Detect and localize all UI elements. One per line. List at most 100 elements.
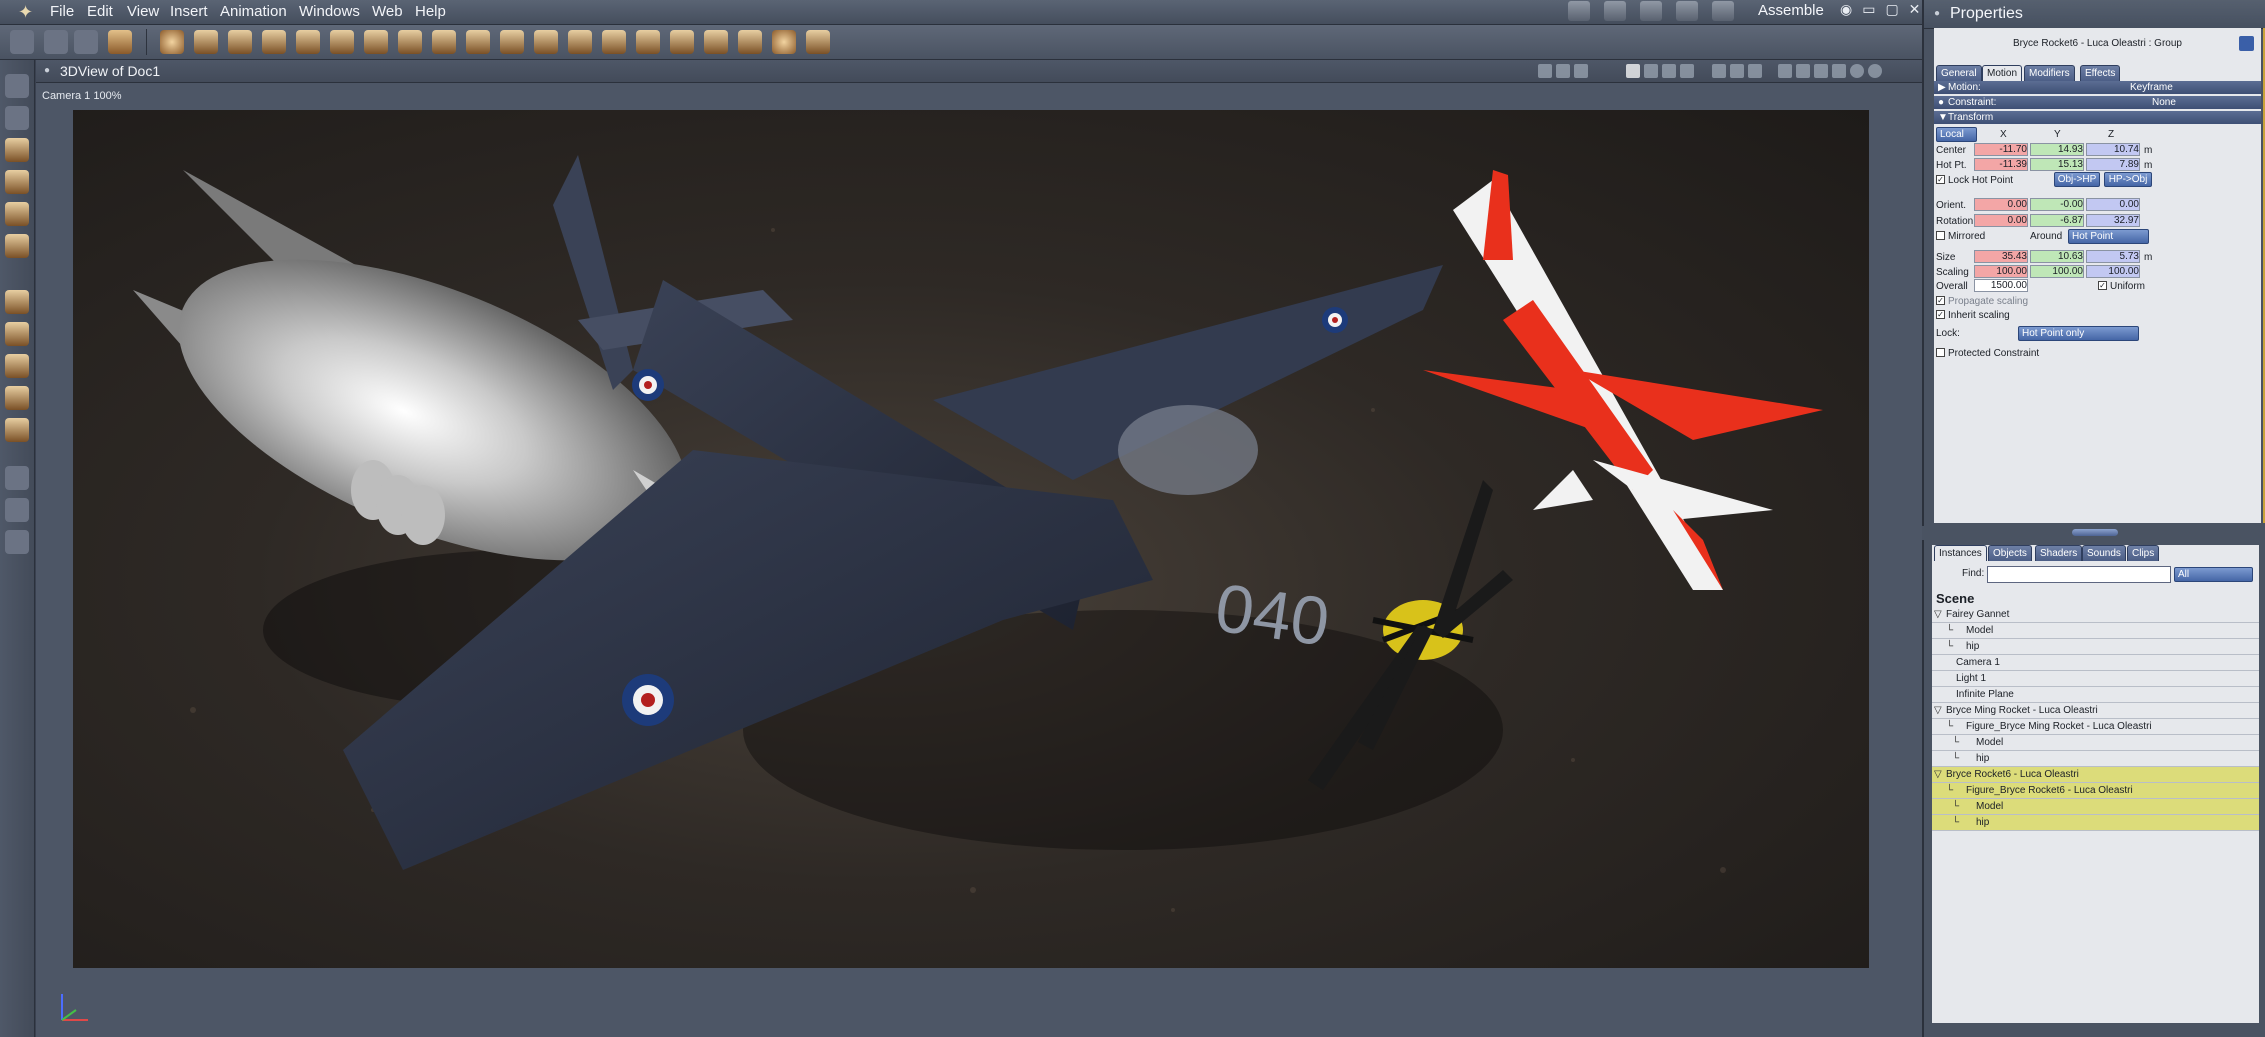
- shading-mode-icon[interactable]: [1730, 64, 1744, 78]
- scene-row[interactable]: └ Figure_Bryce Ming Rocket - Luca Oleastr…: [1932, 719, 2259, 735]
- object-type-icon[interactable]: [2239, 36, 2254, 51]
- camera-tool-icon[interactable]: [5, 466, 29, 490]
- scene-row[interactable]: └ Model: [1932, 623, 2259, 639]
- terrain-primitive-icon[interactable]: [398, 30, 422, 54]
- size-x-field[interactable]: 35.43: [1974, 250, 2028, 263]
- brush-tool-icon[interactable]: [74, 30, 98, 54]
- panel-splitter[interactable]: [1922, 526, 2265, 540]
- scene-row[interactable]: └ hip: [1932, 639, 2259, 655]
- view-option-icon[interactable]: [1538, 64, 1552, 78]
- scene-row[interactable]: ▽ Bryce Rocket6 - Luca Oleastri: [1932, 767, 2259, 783]
- render-mode-icon[interactable]: [1778, 64, 1792, 78]
- house-primitive-icon[interactable]: [568, 30, 592, 54]
- shape-room-icon[interactable]: [1604, 1, 1626, 21]
- globe-primitive-icon[interactable]: [228, 30, 252, 54]
- pen-tool-icon[interactable]: [10, 30, 34, 54]
- render-sphere-icon[interactable]: [1850, 64, 1864, 78]
- bones-primitive-icon[interactable]: [704, 30, 728, 54]
- transform-expand-icon[interactable]: ▼: [1938, 111, 1948, 124]
- hotpoint-y-field[interactable]: 15.13: [2030, 158, 2084, 171]
- filter-select[interactable]: All: [2174, 567, 2253, 582]
- tree-connector-icon[interactable]: └: [1952, 815, 1959, 830]
- scene-row[interactable]: Light 1: [1932, 671, 2259, 687]
- brush-room-icon[interactable]: [1676, 1, 1698, 21]
- bowl-primitive-icon[interactable]: [602, 30, 626, 54]
- orient-y-field[interactable]: -0.00: [2030, 198, 2084, 211]
- propagate-checkbox[interactable]: ✓: [1936, 296, 1945, 305]
- plant-primitive-icon[interactable]: [534, 30, 558, 54]
- orient-x-field[interactable]: 0.00: [1974, 198, 2028, 211]
- render-room-icon[interactable]: [1712, 1, 1734, 21]
- tab-instances[interactable]: Instances: [1934, 545, 1987, 561]
- shading-mode-icon[interactable]: [1748, 64, 1762, 78]
- render-preview[interactable]: 040: [73, 110, 1869, 968]
- orbit-tool-icon[interactable]: [5, 386, 29, 410]
- menu-insert[interactable]: Insert: [170, 3, 208, 20]
- constraint-value[interactable]: None: [2152, 96, 2176, 109]
- tree-connector-icon[interactable]: ▽: [1934, 607, 1942, 622]
- 3d-viewport[interactable]: Camera 1 100% 040: [36, 83, 1922, 1037]
- motion-section[interactable]: ▶ Motion: Keyframe: [1934, 81, 2261, 94]
- three-view-icon[interactable]: [1662, 64, 1676, 78]
- four-view-icon[interactable]: [1680, 64, 1694, 78]
- shading-mode-icon[interactable]: [1712, 64, 1726, 78]
- protected-checkbox[interactable]: [1936, 348, 1945, 357]
- move-arrow-icon[interactable]: [5, 106, 29, 130]
- paint-tool-icon[interactable]: [5, 234, 29, 258]
- rotation-z-field[interactable]: 32.97: [2086, 214, 2140, 227]
- constraint-section[interactable]: ● Constraint: None: [1934, 96, 2261, 109]
- hand-tool-icon[interactable]: [44, 30, 68, 54]
- rotate-tool-icon[interactable]: [5, 138, 29, 162]
- render-mode-icon[interactable]: [1796, 64, 1810, 78]
- torus-primitive-icon[interactable]: [296, 30, 320, 54]
- tree-connector-icon[interactable]: └: [1946, 639, 1953, 654]
- hotpoint-x-field[interactable]: -11.39: [1974, 158, 2028, 171]
- light-primitive-icon[interactable]: [772, 30, 796, 54]
- scene-row[interactable]: ▽ Bryce Ming Rocket - Luca Oleastri: [1932, 703, 2259, 719]
- motion-expand-icon[interactable]: ▶: [1938, 81, 1946, 94]
- tab-sounds[interactable]: Sounds: [2082, 545, 2126, 561]
- view-option-icon[interactable]: [1556, 64, 1570, 78]
- panel-menu-icon[interactable]: ●: [1934, 8, 1940, 19]
- inherit-checkbox[interactable]: ✓: [1936, 310, 1945, 319]
- uniform-checkbox[interactable]: ✓: [2098, 281, 2107, 290]
- center-z-field[interactable]: 10.74: [2086, 143, 2140, 156]
- scene-row[interactable]: └ hip: [1932, 815, 2259, 831]
- tree-connector-icon[interactable]: └: [1952, 735, 1959, 750]
- render-mode-icon[interactable]: [1814, 64, 1828, 78]
- scene-row[interactable]: Camera 1: [1932, 655, 2259, 671]
- tree-connector-icon[interactable]: └: [1946, 719, 1953, 734]
- translate-xy-tool-icon[interactable]: [5, 322, 29, 346]
- particle-primitive-icon[interactable]: [738, 30, 762, 54]
- tab-effects[interactable]: Effects: [2080, 65, 2121, 81]
- paint-room-icon[interactable]: [1640, 1, 1662, 21]
- translate-tool-icon[interactable]: [5, 290, 29, 314]
- skeleton-primitive-icon[interactable]: [670, 30, 694, 54]
- render-mode-icon[interactable]: [1832, 64, 1846, 78]
- stack-tool-icon[interactable]: [5, 418, 29, 442]
- zoom-magnifier-icon[interactable]: [5, 530, 29, 554]
- menu-help[interactable]: Help: [415, 3, 446, 20]
- menu-animation[interactable]: Animation: [220, 3, 287, 20]
- pan-hand-icon[interactable]: [5, 498, 29, 522]
- tab-general[interactable]: General: [1936, 65, 1982, 81]
- scene-row[interactable]: └ Figure_Bryce Rocket6 - Luca Oleastri: [1932, 783, 2259, 799]
- scaling-z-field[interactable]: 100.00: [2086, 265, 2140, 278]
- lock-select[interactable]: Hot Point only: [2018, 326, 2139, 341]
- link-tool-icon[interactable]: [5, 202, 29, 226]
- hp-to-obj-button[interactable]: HP->Obj: [2104, 172, 2152, 187]
- pipe-primitive-icon[interactable]: [262, 30, 286, 54]
- two-view-icon[interactable]: [1644, 64, 1658, 78]
- view-option-icon[interactable]: [1574, 64, 1588, 78]
- plane-primitive-icon[interactable]: [500, 30, 524, 54]
- rotation-y-field[interactable]: -6.87: [2030, 214, 2084, 227]
- single-view-icon[interactable]: [1626, 64, 1640, 78]
- lock-hotpoint-checkbox[interactable]: ✓: [1936, 175, 1945, 184]
- around-select[interactable]: Hot Point: [2068, 229, 2149, 244]
- hotpoint-z-field[interactable]: 7.89: [2086, 158, 2140, 171]
- find-input[interactable]: [1987, 566, 2171, 583]
- extrude-primitive-icon[interactable]: [466, 30, 490, 54]
- select-arrow-icon[interactable]: [5, 74, 29, 98]
- figure-primitive-icon[interactable]: [636, 30, 660, 54]
- overall-field[interactable]: 1500.00: [1974, 279, 2028, 292]
